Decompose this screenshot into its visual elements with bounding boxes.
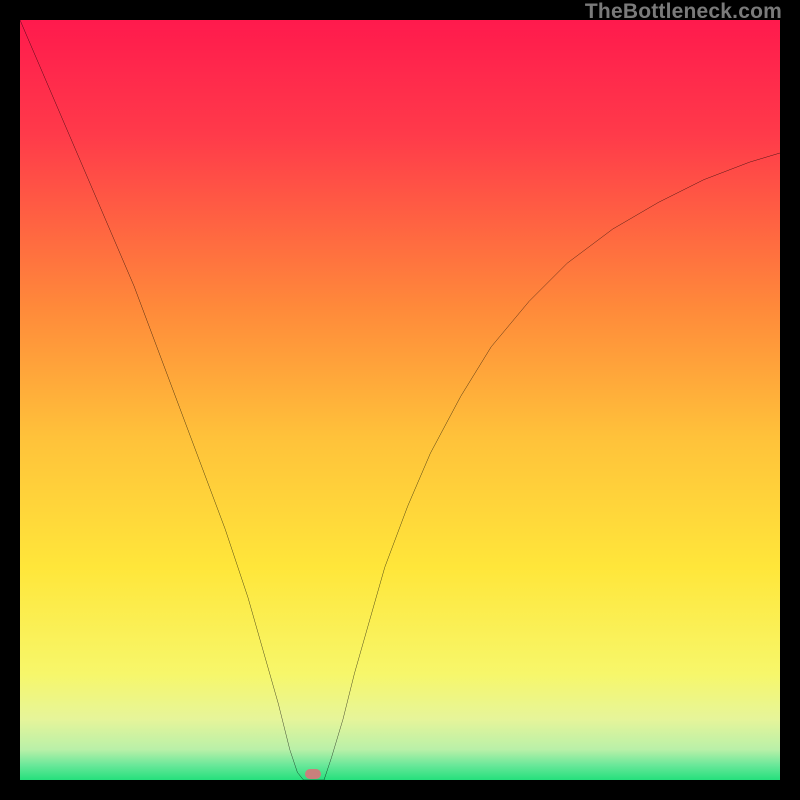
min-marker <box>305 769 321 779</box>
plot-area <box>20 20 780 780</box>
outer-frame: TheBottleneck.com <box>0 0 800 800</box>
bottleneck-curve <box>20 20 780 780</box>
watermark-text: TheBottleneck.com <box>585 0 782 24</box>
